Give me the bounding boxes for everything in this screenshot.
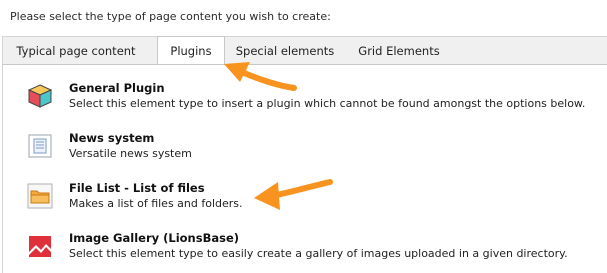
item-title: General Plugin bbox=[69, 81, 165, 95]
content-type-tabs: Typical page content Plugins Special ele… bbox=[2, 36, 607, 66]
cube-icon bbox=[27, 84, 53, 108]
tab-grid-elements[interactable]: Grid Elements bbox=[347, 37, 451, 65]
plugins-panel: General Plugin Select this element type … bbox=[2, 64, 607, 273]
tab-typical-page-content[interactable]: Typical page content bbox=[3, 37, 149, 65]
item-description: Select this element type to easily creat… bbox=[69, 247, 568, 260]
item-description: Versatile news system bbox=[69, 147, 192, 160]
tab-plugins[interactable]: Plugins bbox=[157, 36, 225, 66]
list-item-general-plugin[interactable]: General Plugin Select this element type … bbox=[23, 79, 607, 119]
arrow-to-plugins-tab bbox=[224, 62, 297, 91]
item-description: Select this element type to insert a plu… bbox=[69, 97, 586, 110]
gallery-icon bbox=[29, 236, 51, 257]
news-document-icon bbox=[28, 134, 52, 158]
list-item-news-system[interactable]: News system Versatile news system bbox=[23, 129, 607, 169]
item-description: Makes a list of files and folders. bbox=[69, 197, 243, 210]
item-title: Image Gallery (LionsBase) bbox=[69, 231, 239, 245]
item-title: File List - List of files bbox=[69, 181, 205, 195]
page-content-prompt: Please select the type of page content y… bbox=[10, 10, 331, 23]
list-item-image-gallery[interactable]: Image Gallery (LionsBase) Select this el… bbox=[23, 229, 607, 269]
folder-icon bbox=[27, 183, 53, 209]
arrow-to-file-list bbox=[254, 179, 333, 210]
item-title: News system bbox=[69, 131, 155, 145]
